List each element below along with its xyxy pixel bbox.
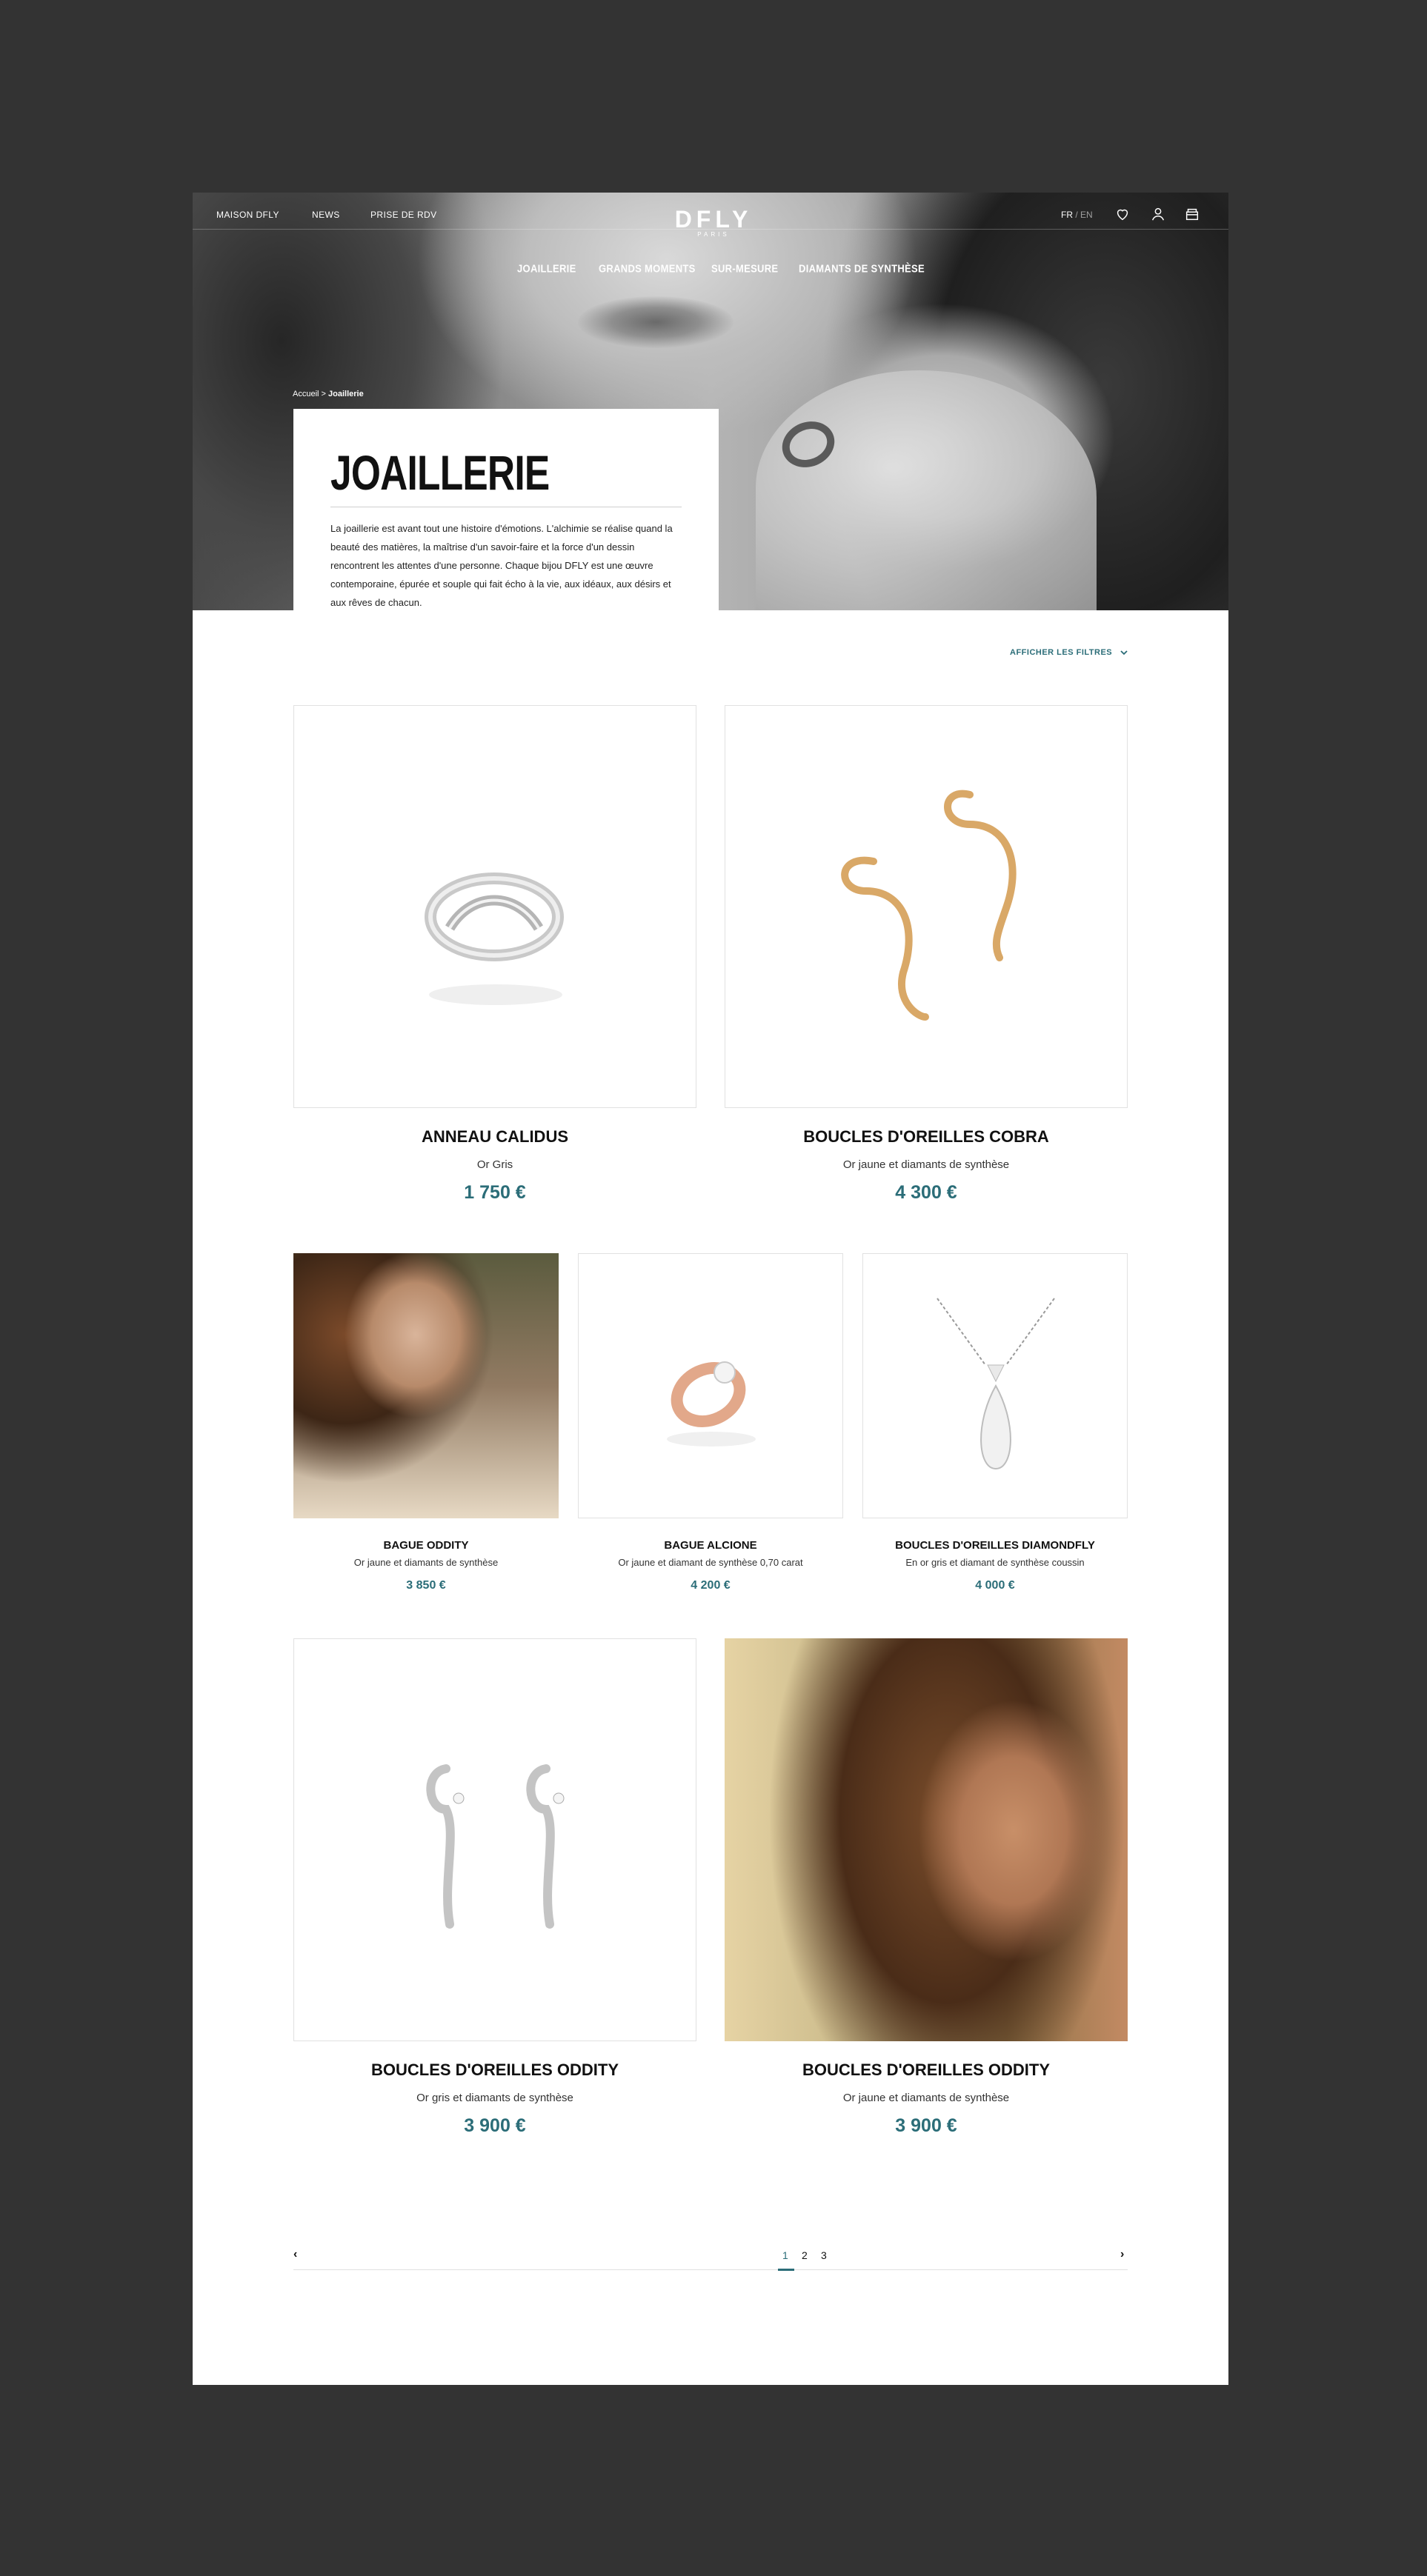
- product-name[interactable]: ANNEAU CALIDUS: [293, 1127, 696, 1147]
- product-name[interactable]: BOUCLES D'OREILLES ODDITY: [725, 2061, 1128, 2080]
- user-icon[interactable]: [1150, 206, 1166, 222]
- ring-calidus-image: [425, 872, 564, 1005]
- product-material: Or jaune et diamants de synthèse: [842, 2092, 1010, 2104]
- lang-separator: /: [1073, 210, 1081, 220]
- logo-text: DFLY: [674, 206, 753, 233]
- product-price: 3 850 €: [406, 1579, 446, 1592]
- nav-grands-moments[interactable]: GRANDS MOMENTS: [599, 262, 696, 275]
- product-name[interactable]: BOUCLES D'OREILLES ODDITY: [293, 2061, 696, 2080]
- page-3[interactable]: 3: [821, 2249, 827, 2261]
- product-name[interactable]: BOUCLES D'OREILLES DIAMONDFLY: [862, 1539, 1128, 1552]
- lang-fr[interactable]: FR: [1061, 210, 1073, 220]
- filters-label: AFFICHER LES FILTRES: [1010, 648, 1113, 657]
- earrings-oddity-white-image: [426, 1764, 565, 1929]
- product-image-diamondfly[interactable]: [862, 1253, 1128, 1518]
- pendant-diamondfly-image: [937, 1298, 1055, 1470]
- product-price: 4 300 €: [895, 1182, 957, 1203]
- page: MAISON DFLY NEWS PRISE DE RDV DFLY PARIS…: [193, 193, 1228, 2385]
- product-name[interactable]: BOUCLES D'OREILLES COBRA: [725, 1127, 1128, 1147]
- intro-text: La joaillerie est avant tout une histoir…: [330, 523, 673, 608]
- product-material: Or jaune et diamants de synthèse: [353, 1557, 499, 1568]
- pagination: ‹ 1 2 3 ›: [293, 2240, 1128, 2271]
- earrings-cobra-image: [841, 790, 1017, 1021]
- product-material: Or gris et diamants de synthèse: [416, 2092, 573, 2104]
- top-link-maison[interactable]: MAISON DFLY: [216, 210, 279, 220]
- product-material: Or Gris: [476, 1158, 513, 1171]
- product-material: Or jaune et diamant de synthèse 0,70 car…: [618, 1557, 803, 1568]
- breadcrumb: Accueil > Joaillerie: [293, 390, 364, 398]
- product-image-oddity-earrings-white[interactable]: [293, 1638, 696, 2041]
- nav-sur-mesure[interactable]: SUR-MESURE: [711, 262, 778, 275]
- product-image-oddity-ring[interactable]: [293, 1253, 559, 1518]
- product-name[interactable]: BAGUE ODDITY: [293, 1539, 559, 1552]
- ring-alcione-image: [667, 1361, 756, 1447]
- page-title: JOAILLERIE: [330, 445, 550, 500]
- next-page-button[interactable]: ›: [1120, 2248, 1124, 2261]
- top-link-rdv[interactable]: PRISE DE RDV: [370, 210, 437, 220]
- product-material: Or jaune et diamants de synthèse: [842, 1158, 1010, 1171]
- product-image-cobra[interactable]: [725, 705, 1128, 1108]
- product-material: En or gris et diamant de synthèse coussi…: [905, 1557, 1085, 1568]
- product-image-calidus[interactable]: [293, 705, 696, 1108]
- hero-photo-lips: [578, 296, 734, 348]
- product-price: 4 000 €: [975, 1579, 1015, 1592]
- product-image-alcione[interactable]: [578, 1253, 843, 1518]
- hero-photo-hand: [756, 370, 1097, 610]
- intro-card: JOAILLERIE La joaillerie est avant tout …: [293, 409, 719, 631]
- logo[interactable]: DFLY PARIS: [673, 207, 754, 238]
- product-price: 1 750 €: [464, 1182, 526, 1203]
- breadcrumb-current: Joaillerie: [328, 390, 364, 398]
- lang-en[interactable]: EN: [1080, 210, 1093, 220]
- language-switch: FR / EN: [1061, 210, 1093, 220]
- product-image-oddity-earrings-yellow[interactable]: [725, 1638, 1128, 2041]
- nav-joaillerie[interactable]: JOAILLERIE: [517, 262, 576, 275]
- active-page-indicator: [778, 2269, 794, 2271]
- page-1[interactable]: 1: [782, 2249, 788, 2261]
- top-link-news[interactable]: NEWS: [312, 210, 340, 220]
- breadcrumb-home[interactable]: Accueil: [293, 390, 319, 398]
- product-price: 3 900 €: [895, 2115, 957, 2136]
- filters-toggle[interactable]: AFFICHER LES FILTRES: [1010, 648, 1128, 657]
- product-name[interactable]: BAGUE ALCIONE: [578, 1539, 843, 1552]
- nav-diamants-synthese[interactable]: DIAMANTS DE SYNTHÈSE: [799, 262, 925, 275]
- prev-page-button[interactable]: ‹: [293, 2248, 297, 2261]
- chevron-down-icon: [1120, 650, 1128, 655]
- bag-icon[interactable]: [1184, 206, 1200, 222]
- product-price: 4 200 €: [691, 1579, 731, 1592]
- breadcrumb-separator: >: [319, 390, 329, 398]
- top-bar: MAISON DFLY NEWS PRISE DE RDV DFLY PARIS…: [193, 193, 1228, 238]
- heart-icon[interactable]: [1114, 206, 1131, 222]
- page-2[interactable]: 2: [802, 2249, 808, 2261]
- product-price: 3 900 €: [464, 2115, 526, 2136]
